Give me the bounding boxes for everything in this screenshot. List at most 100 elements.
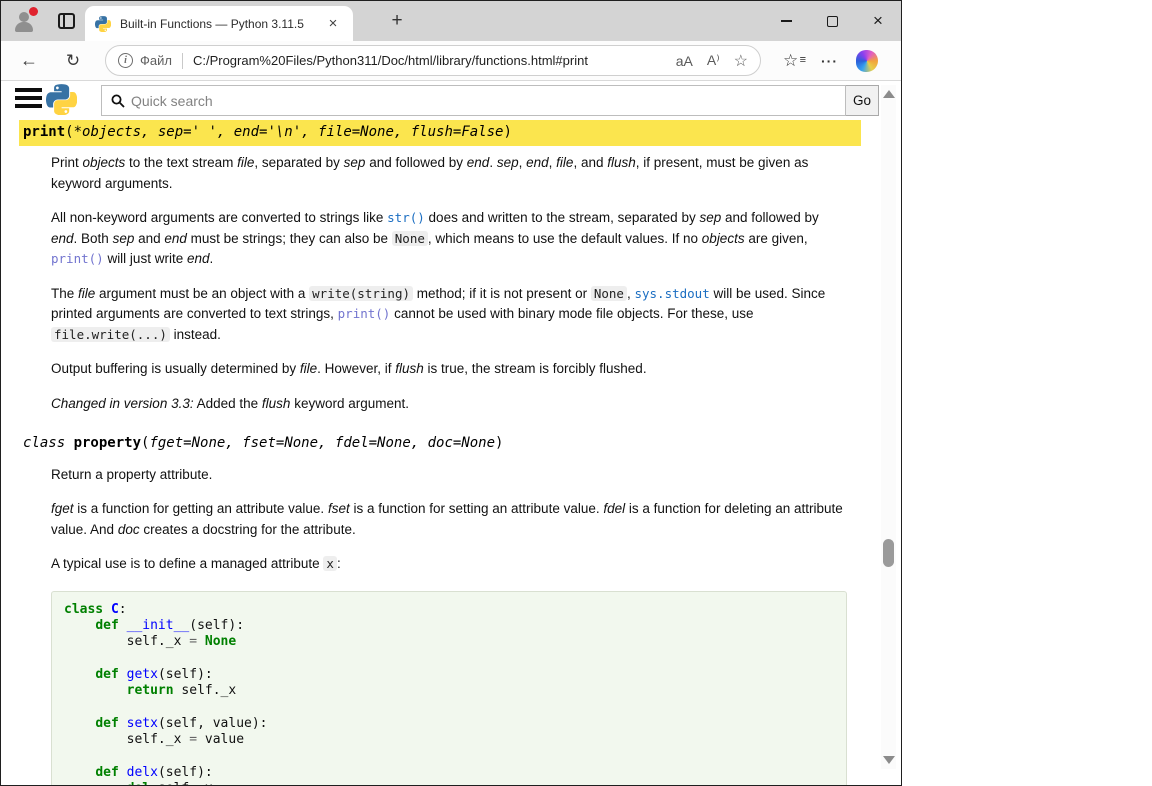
- text-segment: None: [205, 634, 236, 649]
- paragraph: Output buffering is usually determined b…: [51, 359, 847, 380]
- text-segment: , and: [573, 155, 607, 170]
- text-segment: setx: [127, 716, 158, 731]
- text-segment: does and written to the stream, separate…: [425, 210, 700, 225]
- text-segment: [64, 683, 127, 698]
- text-segment: Return a property attribute.: [51, 467, 212, 482]
- search-input[interactable]: [131, 93, 801, 109]
- page-viewport: Go print(*objects, sep=' ', end='\n', fi…: [1, 81, 901, 785]
- text-segment: file.write(...): [51, 327, 170, 342]
- go-button[interactable]: Go: [846, 85, 879, 116]
- text-segment: end: [467, 155, 490, 170]
- scroll-up-icon[interactable]: [883, 90, 895, 98]
- back-button[interactable]: ←: [15, 50, 43, 71]
- search-box: [101, 85, 846, 116]
- text-segment: def: [95, 618, 118, 633]
- text-segment: :: [337, 556, 341, 571]
- docs-header: Go: [1, 81, 901, 119]
- text-segment: .: [489, 155, 497, 170]
- maximize-button[interactable]: [809, 1, 855, 41]
- text-segment: All non-keyword arguments are converted …: [51, 210, 387, 225]
- text-segment: C: [111, 602, 119, 617]
- notification-dot: [29, 7, 38, 16]
- text-segment: flush: [262, 396, 291, 411]
- text-segment: [64, 765, 95, 780]
- minimize-button[interactable]: [763, 1, 809, 41]
- text-segment: [197, 634, 205, 649]
- text-segment: Changed in version 3.3:: [51, 396, 194, 411]
- copilot-icon[interactable]: [856, 50, 878, 72]
- text-segment: self._x: [64, 732, 189, 747]
- text-segment: del: [127, 781, 150, 785]
- python-logo[interactable]: [46, 84, 77, 115]
- text-segment: file: [300, 361, 317, 376]
- text-segment: Output buffering is usually determined b…: [51, 361, 300, 376]
- text-segment: def: [95, 765, 118, 780]
- text-segment: x: [323, 556, 337, 571]
- text-segment: value: [197, 732, 244, 747]
- text-segment: [64, 618, 95, 633]
- collections-icon[interactable]: ☆ ≡: [783, 51, 805, 71]
- address-divider: [182, 53, 183, 69]
- text-segment: The: [51, 286, 78, 301]
- text-segment: are given,: [745, 231, 808, 246]
- paragraph: A typical use is to define a managed att…: [51, 554, 847, 575]
- python-favicon: [95, 16, 111, 32]
- text-segment: instead.: [170, 327, 221, 342]
- text-segment: sep: [699, 210, 721, 225]
- code-link[interactable]: sys.stdout: [634, 286, 709, 301]
- text-segment: =: [189, 732, 197, 747]
- browser-toolbar: ← ↻ i Файл C:/Program%20Files/Python311/…: [1, 41, 901, 81]
- text-segment: argument must be an object with a: [95, 286, 309, 301]
- refresh-button[interactable]: ↻: [59, 51, 87, 71]
- code-link[interactable]: print(): [51, 251, 104, 266]
- text-segment: method; if it is not present or: [413, 286, 591, 301]
- document-content: print(*objects, sep=' ', end='\n', file=…: [19, 120, 861, 785]
- close-window-button[interactable]: ×: [855, 1, 901, 41]
- text-segment: to the text stream: [125, 155, 237, 170]
- favorite-star-icon[interactable]: ☆: [734, 51, 748, 71]
- code-link[interactable]: print(): [338, 306, 391, 321]
- address-bar[interactable]: i Файл C:/Program%20Files/Python311/Doc/…: [105, 45, 761, 76]
- scrollbar-thumb[interactable]: [883, 539, 894, 567]
- text-segment: delx: [127, 765, 158, 780]
- text-segment: [119, 618, 127, 633]
- tab-actions-icon[interactable]: [58, 13, 75, 29]
- code-link[interactable]: str(): [387, 210, 425, 225]
- scrollbar[interactable]: [881, 85, 896, 769]
- text-segment: [64, 667, 95, 682]
- text-segment: file: [237, 155, 254, 170]
- read-aloud-icon[interactable]: A⁾: [707, 52, 720, 69]
- settings-more-icon[interactable]: ···: [821, 53, 838, 69]
- url-text[interactable]: C:/Program%20Files/Python311/Doc/html/li…: [193, 53, 662, 68]
- paragraph: fget is a function for getting an attrib…: [51, 499, 847, 540]
- text-segment: and followed by: [365, 155, 466, 170]
- text-segment: file: [78, 286, 95, 301]
- text-segment: cannot be used with binary mode file obj…: [390, 306, 753, 321]
- text-segment: [119, 716, 127, 731]
- text-segment: and followed by: [721, 210, 819, 225]
- text-segment: . Both: [74, 231, 113, 246]
- tab-close-icon[interactable]: ×: [323, 14, 343, 34]
- menu-icon[interactable]: [15, 88, 42, 110]
- page-info-icon[interactable]: i: [118, 53, 133, 68]
- text-segment: class: [64, 602, 103, 617]
- text-segment: sep: [497, 155, 519, 170]
- new-tab-button[interactable]: +: [385, 10, 409, 34]
- text-segment: [64, 781, 127, 785]
- scroll-down-icon[interactable]: [883, 756, 895, 764]
- text-segment: [119, 765, 127, 780]
- profile-avatar-icon[interactable]: [12, 9, 37, 34]
- text-segment: end: [526, 155, 549, 170]
- browser-tab[interactable]: Built-in Functions — Python 3.11.5 ×: [85, 6, 353, 41]
- text-segment: def: [95, 716, 118, 731]
- text-segment: sep: [113, 231, 135, 246]
- text-segment: . However, if: [317, 361, 395, 376]
- text-segment: end: [187, 251, 210, 266]
- search-icon: [111, 94, 125, 108]
- translate-icon[interactable]: aA: [676, 53, 693, 69]
- text-segment: must be strings; they can also be: [187, 231, 392, 246]
- signature-property: class property(fget=None, fset=None, fde…: [19, 431, 861, 457]
- text-segment: (self):: [158, 667, 213, 682]
- site-label: Файл: [140, 53, 172, 68]
- text-segment: [119, 667, 127, 682]
